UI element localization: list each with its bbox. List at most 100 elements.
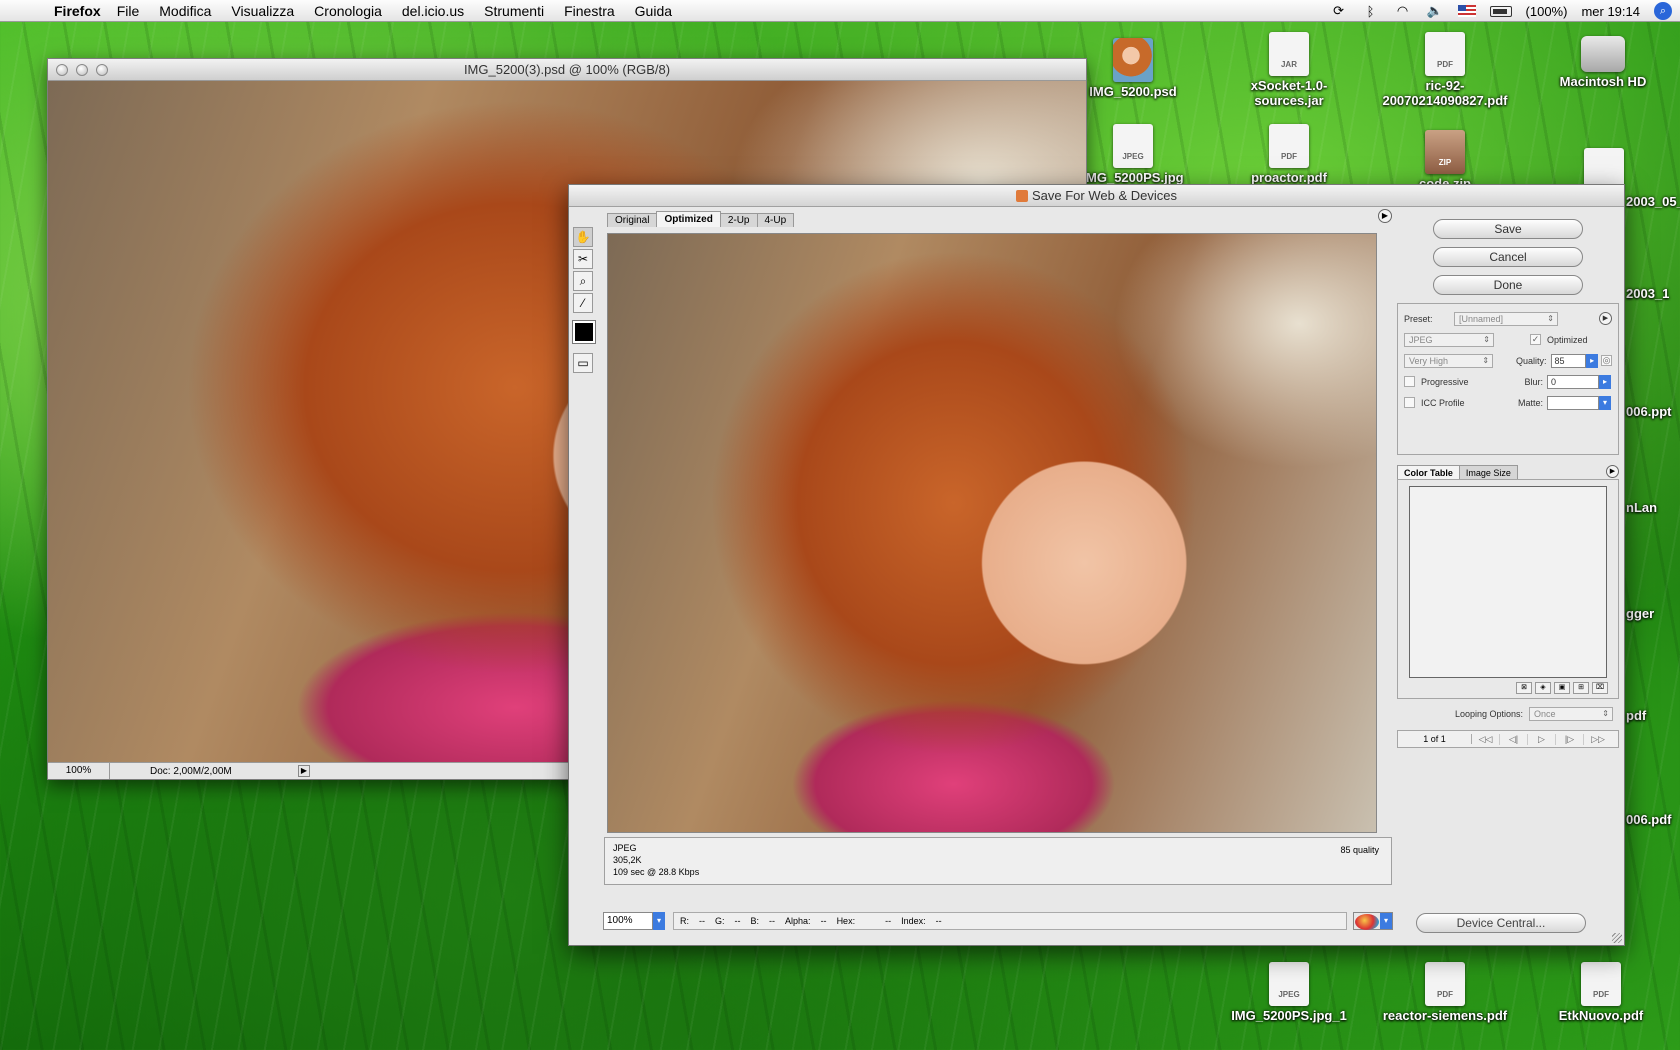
app-menu[interactable]: Firefox (54, 3, 101, 19)
desktop-icon[interactable]: PDF reactor-siemens.pdf (1380, 962, 1510, 1023)
next-frame-icon[interactable]: |▷ (1556, 733, 1584, 745)
alpha-value: -- (820, 916, 827, 926)
preset-label: Preset: (1404, 313, 1433, 324)
menu-modifica[interactable]: Modifica (159, 3, 211, 19)
browser-preview[interactable]: ▾ (1353, 912, 1393, 930)
desktop-icon[interactable]: JAR xSocket-1.0-sources.jar (1224, 32, 1354, 108)
tab-optimized[interactable]: Optimized (656, 211, 721, 227)
optimized-checkbox[interactable]: ✓ (1530, 334, 1541, 345)
desktop-icon[interactable]: ZIPcode.zip (1380, 130, 1510, 191)
menu-delicious[interactable]: del.icio.us (402, 3, 464, 19)
quality-preset-select[interactable]: Very High (1404, 353, 1494, 368)
preview-menu-icon[interactable]: ▶ (1378, 209, 1392, 223)
desktop-icon[interactable]: pdf (1626, 708, 1680, 723)
desktop-icon[interactable]: gger (1626, 606, 1680, 621)
desktop-icon[interactable]: PDF EtkNuovo.pdf (1536, 962, 1666, 1023)
hand-tool-icon[interactable]: ✋ (573, 227, 593, 247)
new-color-icon[interactable]: ⊞ (1573, 682, 1589, 694)
trash-icon[interactable]: ⌧ (1592, 682, 1608, 694)
desktop-icon[interactable]: PDF proactor.pdf (1224, 124, 1354, 185)
icc-profile-checkbox[interactable] (1404, 397, 1415, 408)
save-button[interactable]: Save (1433, 219, 1583, 239)
map-color-icon[interactable]: ⊠ (1516, 682, 1532, 694)
zoom-input[interactable]: 100% (603, 912, 653, 930)
tab-image-size[interactable]: Image Size (1458, 465, 1518, 479)
bluetooth-icon[interactable]: ᛒ (1362, 4, 1380, 19)
quality-slider-arrow-icon[interactable]: ▸ (1586, 353, 1599, 368)
web-snap-icon[interactable]: ◈ (1535, 682, 1551, 694)
document-title-bar[interactable]: IMG_5200(3).psd @ 100% (RGB/8) (48, 59, 1086, 81)
clock[interactable]: mer 19:14 (1581, 4, 1640, 19)
cancel-button[interactable]: Cancel (1433, 247, 1583, 267)
color-table[interactable] (1409, 486, 1607, 678)
lock-color-icon[interactable]: ▣ (1554, 682, 1570, 694)
menu-finestra[interactable]: Finestra (564, 3, 615, 19)
desktop-icon[interactable]: Macintosh HD (1538, 36, 1668, 89)
panel-tabs: Color Table Image Size ▶ (1397, 465, 1619, 479)
matte-input[interactable] (1547, 395, 1599, 410)
volume-icon[interactable]: 🔈 (1426, 3, 1444, 19)
done-button[interactable]: Done (1433, 275, 1583, 295)
desktop-icon[interactable]: IMG_5200.psd (1068, 38, 1198, 99)
browser-dropdown-icon[interactable]: ▾ (1380, 913, 1392, 929)
progressive-checkbox[interactable] (1404, 376, 1415, 387)
eyedropper-tool-icon[interactable]: ⁄ (573, 293, 593, 313)
format-select[interactable]: JPEG (1404, 332, 1494, 347)
input-flag-icon[interactable] (1457, 5, 1476, 17)
zoom-tool-icon[interactable]: ⌕ (573, 271, 593, 291)
menu-file[interactable]: File (117, 3, 140, 19)
browser-globe-icon[interactable] (1355, 914, 1379, 930)
optimize-menu-icon[interactable]: ▶ (1599, 312, 1612, 325)
close-button[interactable] (56, 64, 68, 76)
g-label: G: (715, 916, 725, 926)
matte-label: Matte: (1517, 397, 1543, 408)
eyedropper-color-swatch[interactable] (572, 320, 596, 344)
tab-4-up[interactable]: 4-Up (756, 213, 795, 227)
spotlight-icon[interactable]: ⌕ (1654, 2, 1672, 20)
status-menu-arrow-icon[interactable]: ▶ (298, 765, 310, 777)
first-frame-icon[interactable]: ◁◁ (1472, 733, 1500, 745)
menu-strumenti[interactable]: Strumenti (484, 3, 544, 19)
desktop-icon[interactable]: JPEG IMG_5200PS.jpg_1 (1224, 962, 1354, 1023)
toggle-slices-icon[interactable]: ▭ (573, 353, 593, 373)
looping-select[interactable]: Once (1529, 706, 1613, 721)
battery-icon[interactable] (1489, 5, 1512, 17)
menu-guida[interactable]: Guida (635, 3, 672, 19)
menu-visualizza[interactable]: Visualizza (231, 3, 294, 19)
optimized-label: Optimized (1547, 334, 1588, 345)
preset-select[interactable]: [Unnamed] (1454, 311, 1558, 326)
desktop-icon[interactable]: 2003_1 (1626, 286, 1680, 301)
device-central-button[interactable]: Device Central... (1416, 913, 1586, 933)
matte-dropdown-icon[interactable]: ▾ (1599, 395, 1611, 410)
last-frame-icon[interactable]: ▷▷ (1584, 734, 1612, 745)
blur-input[interactable]: 0 (1547, 374, 1599, 389)
color-table-menu-icon[interactable]: ▶ (1606, 465, 1619, 478)
slice-select-tool-icon[interactable]: ✂ (573, 249, 593, 269)
previous-frame-icon[interactable]: ◁| (1500, 733, 1528, 745)
tab-2-up[interactable]: 2-Up (719, 213, 758, 227)
dialog-title-bar[interactable]: Save For Web & Devices (569, 185, 1624, 207)
play-icon[interactable]: ▷ (1528, 733, 1556, 745)
save-for-web-dialog: Save For Web & Devices ✋ ✂ ⌕ ⁄ ▭ Origina… (568, 184, 1625, 946)
zoom-dropdown-icon[interactable]: ▾ (653, 912, 665, 930)
desktop-icon[interactable]: nLan (1626, 500, 1680, 515)
minimize-button[interactable] (76, 64, 88, 76)
blur-slider-arrow-icon[interactable]: ▸ (1599, 374, 1611, 389)
desktop-icon[interactable]: JPEG IMG_5200PS.jpg (1068, 124, 1198, 185)
tab-original[interactable]: Original (607, 213, 658, 227)
tab-color-table[interactable]: Color Table (1397, 465, 1460, 479)
optimized-preview[interactable] (607, 233, 1377, 833)
resize-grip-icon[interactable] (1612, 933, 1622, 943)
quality-input[interactable]: 85 (1550, 353, 1587, 368)
zoom-button[interactable] (96, 64, 108, 76)
desktop-icon[interactable]: PDF ric-92-20070214090827.pdf (1380, 32, 1510, 108)
zoom-level[interactable]: 100% (48, 763, 110, 779)
desktop-icon[interactable]: 006.pdf (1626, 812, 1680, 827)
document-title: IMG_5200(3).psd @ 100% (RGB/8) (463, 62, 671, 77)
preview-size: 305,2K (613, 855, 642, 865)
wifi-icon[interactable]: ◠ (1394, 3, 1412, 19)
quality-channel-icon[interactable]: ◎ (1601, 355, 1612, 366)
sync-icon[interactable]: ⟳ (1330, 3, 1348, 19)
menu-cronologia[interactable]: Cronologia (314, 3, 382, 19)
desktop-icon[interactable]: 006.ppt (1626, 404, 1680, 419)
